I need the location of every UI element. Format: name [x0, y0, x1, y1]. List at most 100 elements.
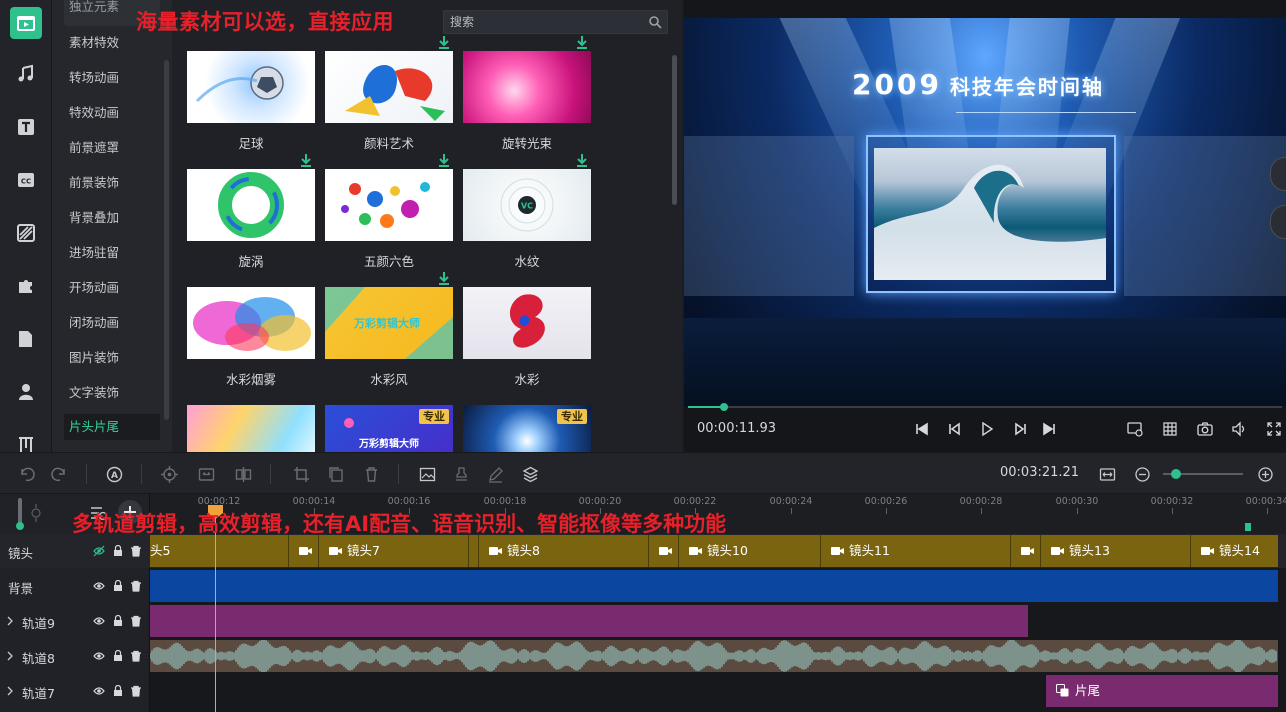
- category-scrollbar[interactable]: [164, 60, 169, 420]
- category-item[interactable]: 特效动画: [64, 100, 160, 126]
- next-frame-button[interactable]: [1010, 419, 1030, 439]
- lock-icon[interactable]: [111, 684, 125, 698]
- shot-segment[interactable]: 镜头14: [1190, 535, 1278, 567]
- download-icon[interactable]: [437, 153, 451, 167]
- trash-icon[interactable]: [129, 614, 143, 628]
- track9-clip[interactable]: [150, 605, 1028, 637]
- zoom-slider-knob[interactable]: [1171, 469, 1181, 479]
- copy-button[interactable]: [326, 464, 346, 484]
- redo-button[interactable]: [49, 464, 69, 484]
- category-item[interactable]: 开场动画: [64, 275, 160, 301]
- shot-label: 镜头8: [507, 543, 540, 558]
- lock-icon[interactable]: [111, 544, 125, 558]
- fit-timeline-button[interactable]: [1097, 464, 1117, 484]
- download-icon[interactable]: [575, 35, 589, 49]
- skip-end-button[interactable]: [1039, 419, 1059, 439]
- screen-mode-button[interactable]: [1125, 419, 1145, 439]
- zoom-slider[interactable]: [1163, 469, 1243, 479]
- shot-segment[interactable]: [648, 535, 678, 567]
- visibility-icon[interactable]: [92, 684, 106, 698]
- shot-segment[interactable]: 镜头11: [820, 535, 1010, 567]
- delete-button[interactable]: [361, 464, 381, 484]
- shot-segment[interactable]: 头5: [150, 535, 288, 567]
- download-icon[interactable]: [575, 153, 589, 167]
- category-item[interactable]: 闭场动画: [64, 310, 160, 336]
- preview-scrubber[interactable]: [688, 403, 1282, 411]
- zoom-out-button[interactable]: [1132, 464, 1152, 484]
- shot-clip-strip[interactable]: 头5 镜头7 镜头8 镜头10 镜头11 镜头13 镜头14: [150, 535, 1278, 567]
- chevron-right-icon[interactable]: [6, 651, 14, 661]
- download-icon[interactable]: [437, 35, 451, 49]
- locate-button[interactable]: [159, 464, 179, 484]
- audio-waveform-clip[interactable]: [150, 640, 1278, 672]
- trash-icon[interactable]: [129, 579, 143, 593]
- fit-button[interactable]: [196, 464, 216, 484]
- category-item[interactable]: 进场驻留: [64, 240, 160, 266]
- filter-icon[interactable]: [14, 221, 38, 245]
- category-item[interactable]: 前景遮罩: [64, 135, 160, 161]
- scrubber-knob[interactable]: [719, 403, 728, 411]
- split-button[interactable]: [233, 464, 253, 484]
- category-item-selected[interactable]: 片头片尾: [64, 414, 160, 440]
- layers-button[interactable]: [520, 464, 540, 484]
- shot-segment[interactable]: [468, 535, 478, 567]
- chevron-right-icon[interactable]: [6, 686, 14, 696]
- undo-button[interactable]: [16, 464, 36, 484]
- volume-button[interactable]: [1229, 419, 1249, 439]
- skip-start-button[interactable]: [912, 419, 932, 439]
- download-icon[interactable]: [437, 271, 451, 285]
- search-input[interactable]: [450, 11, 640, 33]
- visibility-icon[interactable]: [92, 614, 106, 628]
- folder-icon[interactable]: [14, 327, 38, 351]
- trash-icon[interactable]: [129, 544, 143, 558]
- edit-pen-button[interactable]: [485, 464, 505, 484]
- stamp-button[interactable]: [451, 464, 471, 484]
- skip-end-icon: [1043, 422, 1055, 436]
- media-scrollbar[interactable]: [672, 55, 677, 205]
- track-height-knob[interactable]: [16, 522, 24, 530]
- download-icon[interactable]: [299, 153, 313, 167]
- play-button[interactable]: [977, 419, 997, 439]
- shot-segment[interactable]: [288, 535, 318, 567]
- shot-segment[interactable]: 镜头8: [478, 535, 648, 567]
- music-icon[interactable]: [14, 62, 38, 86]
- trash-icon[interactable]: [129, 649, 143, 663]
- media-icon[interactable]: [10, 7, 42, 39]
- image-edit-button[interactable]: [417, 464, 437, 484]
- magnet-icon[interactable]: [28, 502, 44, 524]
- plugin-icon[interactable]: [14, 274, 38, 298]
- category-item[interactable]: 转场动画: [64, 65, 160, 91]
- preview-canvas[interactable]: 2009 科技年会时间轴: [684, 18, 1286, 406]
- category-item[interactable]: 背景叠加: [64, 205, 160, 231]
- shot-segment[interactable]: [1010, 535, 1040, 567]
- visibility-icon[interactable]: [92, 579, 106, 593]
- user-icon[interactable]: [14, 380, 38, 404]
- zoom-in-button[interactable]: [1255, 464, 1275, 484]
- snapshot-button[interactable]: [1195, 419, 1215, 439]
- category-item[interactable]: 前景装饰: [64, 170, 160, 196]
- lock-icon[interactable]: [111, 579, 125, 593]
- subtitle-icon[interactable]: CC: [14, 168, 38, 192]
- lock-icon[interactable]: [111, 649, 125, 663]
- background-clip[interactable]: [150, 570, 1278, 602]
- trash-icon[interactable]: [129, 684, 143, 698]
- category-item[interactable]: 文字装饰: [64, 380, 160, 406]
- prev-frame-button[interactable]: [945, 419, 965, 439]
- search-icon[interactable]: [648, 15, 662, 29]
- shot-segment[interactable]: 镜头13: [1040, 535, 1190, 567]
- category-item[interactable]: 图片装饰: [64, 345, 160, 371]
- tile-label: 水彩烟雾: [225, 372, 276, 387]
- fullscreen-button[interactable]: [1264, 419, 1284, 439]
- chevron-right-icon[interactable]: [6, 616, 14, 626]
- end-marker[interactable]: [1245, 523, 1251, 531]
- shot-segment[interactable]: 镜头7: [318, 535, 468, 567]
- crop-button[interactable]: [291, 464, 311, 484]
- shot-segment[interactable]: 镜头10: [678, 535, 820, 567]
- lock-icon[interactable]: [111, 614, 125, 628]
- text-icon[interactable]: [14, 115, 38, 139]
- end-clip[interactable]: 片尾: [1046, 675, 1278, 707]
- record-button[interactable]: A: [104, 464, 124, 484]
- grid-button[interactable]: [1160, 419, 1180, 439]
- visibility-icon[interactable]: [92, 649, 106, 663]
- visibility-icon[interactable]: [92, 544, 106, 558]
